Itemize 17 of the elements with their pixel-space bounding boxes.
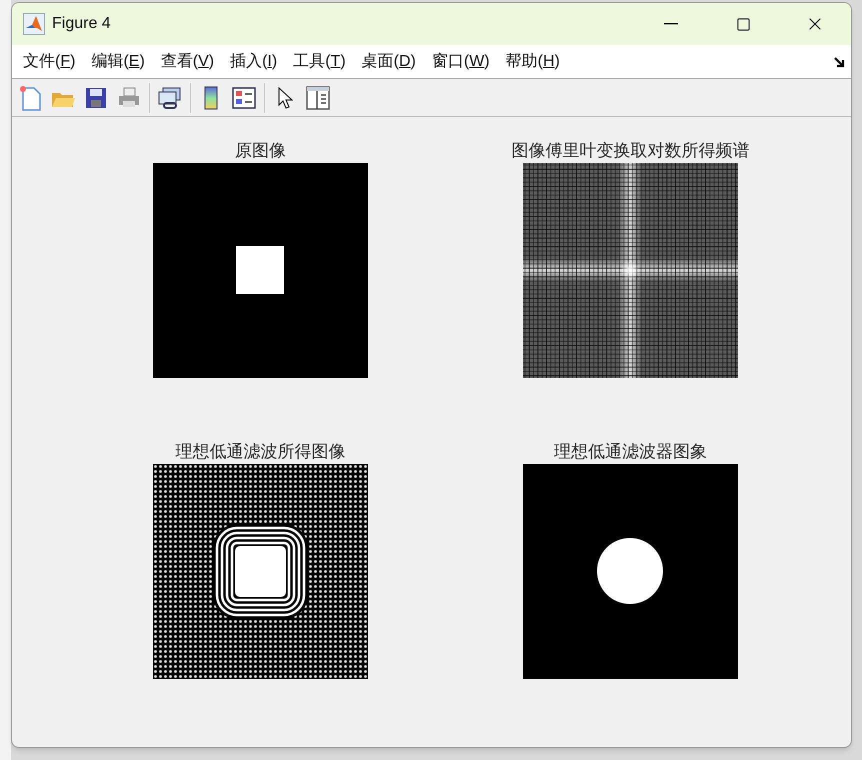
plot-title: 图像傅里叶变换取对数所得频谱 bbox=[512, 140, 750, 162]
menu-item[interactable]: 插入(I) bbox=[227, 50, 280, 74]
menu-item[interactable]: 帮助(H) bbox=[502, 50, 563, 74]
menu-item[interactable]: 编辑(E) bbox=[88, 50, 148, 74]
menu-item[interactable]: 窗口(W) bbox=[428, 50, 493, 74]
maximize-icon bbox=[736, 16, 750, 32]
app-logo-icon bbox=[23, 13, 45, 35]
menu-item[interactable]: 文件(F) bbox=[20, 50, 78, 74]
minimize-icon bbox=[664, 23, 678, 25]
plot-title: 理想低通滤波所得图像 bbox=[176, 441, 346, 463]
window-title: Figure 4 bbox=[52, 14, 111, 34]
plot-title: 理想低通滤波器图象 bbox=[554, 441, 707, 463]
menu-item[interactable]: 桌面(D) bbox=[358, 50, 419, 74]
plot-title: 原图像 bbox=[235, 140, 286, 162]
menu-item[interactable]: 工具(T) bbox=[290, 50, 349, 74]
menu-item[interactable]: 查看(V) bbox=[158, 50, 218, 74]
dock-arrow-icon[interactable] bbox=[833, 56, 845, 68]
